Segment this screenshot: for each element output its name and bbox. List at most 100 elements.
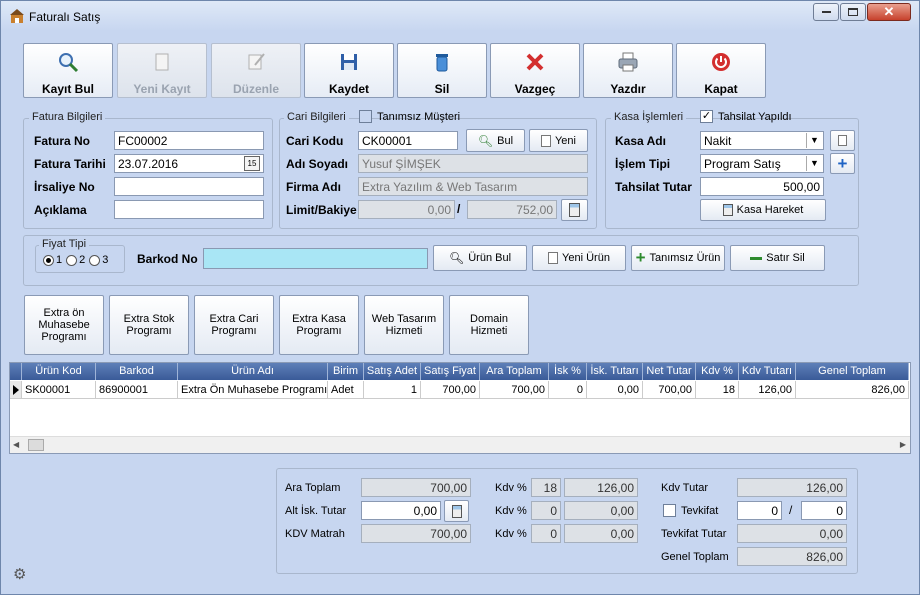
satir-sil-label: Satır Sil: [766, 252, 805, 264]
ara-toplam-label: Ara Toplam: [285, 482, 341, 494]
toolbar-button-1[interactable]: Kayıt Bul: [23, 43, 113, 98]
toolbar-button-8[interactable]: Kapat: [676, 43, 766, 98]
shortcut-button-2[interactable]: Extra Stok Programı: [109, 295, 189, 355]
shortcut-button-4[interactable]: Extra Kasa Programı: [279, 295, 359, 355]
shortcut-button-3[interactable]: Extra Cari Programı: [194, 295, 274, 355]
grid-column-header[interactable]: Kdv Tutarı: [739, 363, 796, 380]
radio-1[interactable]: [43, 254, 54, 266]
grid-column-header[interactable]: Barkod: [96, 363, 178, 380]
cari-bul-button[interactable]: 🔍︎ Bul: [466, 129, 525, 152]
aciklama-field[interactable]: [114, 200, 264, 219]
tevkifat-tutar-label: Tevkifat Tutar: [661, 528, 727, 540]
toolbar-button-label: Sil: [434, 82, 450, 96]
calendar-icon[interactable]: 15: [244, 156, 260, 171]
toolbar-button-6[interactable]: Vazgeç: [490, 43, 580, 98]
adi-soyadi-label: Adı Soyadı: [286, 157, 349, 171]
grid-column-header[interactable]: Net Tutar: [643, 363, 696, 380]
minimize-button[interactable]: [813, 3, 839, 21]
radio-3[interactable]: [89, 254, 101, 266]
toolbar-button-label: Kayıt Bul: [41, 82, 94, 96]
gear-icon[interactable]: ⚙: [13, 565, 26, 583]
maximize-icon: [848, 8, 858, 16]
scroll-right-icon[interactable]: ▶: [900, 440, 906, 449]
kasa-add-button[interactable]: [830, 130, 855, 151]
urun-bul-button[interactable]: 🔍︎ Ürün Bul: [433, 245, 527, 271]
toolbar-button-5[interactable]: Sil: [397, 43, 487, 98]
grid-cell[interactable]: 126,00: [739, 381, 796, 399]
barkod-label: Barkod No: [137, 252, 198, 266]
chevron-down-icon[interactable]: ▼: [806, 133, 822, 148]
grid-cell[interactable]: Extra Ön Muhasebe Programı: [178, 381, 328, 399]
app-window: Faturalı Satış ✕ Kayıt Bul Yeni Kayıt Düze…: [0, 0, 920, 595]
tahsilat-tutar-field[interactable]: 500,00: [700, 177, 824, 196]
scroll-thumb[interactable]: [28, 439, 44, 451]
cari-kodu-field[interactable]: CK00001: [358, 131, 458, 150]
grid-column-header[interactable]: Genel Toplam: [796, 363, 909, 380]
yeni-urun-label: Yeni Ürün: [562, 252, 610, 264]
grid-cell[interactable]: 18: [696, 381, 739, 399]
grid-column-header[interactable]: Ara Toplam: [480, 363, 549, 380]
chevron-down-icon[interactable]: ▼: [806, 156, 822, 171]
grid-cell[interactable]: 826,00: [796, 381, 909, 399]
tevkifat-tutar-field: 0,00: [737, 524, 847, 543]
grid-column-header[interactable]: Ürün Kod: [22, 363, 96, 380]
tanimsiz-musteri-checkbox[interactable]: [359, 110, 372, 123]
alt-iskonto-field[interactable]: 0,00: [361, 501, 441, 520]
tanimsiz-urun-button[interactable]: + Tanımsız Ürün: [631, 245, 725, 271]
cari-yeni-button[interactable]: Yeni: [529, 129, 588, 152]
fatura-tarihi-field[interactable]: 23.07.2016: [114, 154, 264, 173]
grid-column-header[interactable]: Ürün Adı: [178, 363, 328, 380]
irsaliye-no-field[interactable]: [114, 177, 264, 196]
grid-column-header[interactable]: Birim: [328, 363, 364, 380]
toolbar-button-7[interactable]: Yazdır: [583, 43, 673, 98]
kasa-hareket-label: Kasa Hareket: [736, 204, 804, 216]
red-x-icon: [524, 51, 546, 76]
grid-cell[interactable]: 0: [549, 381, 587, 399]
tevkifat-a-field[interactable]: 0: [737, 501, 782, 520]
grid-cell[interactable]: 0,00: [587, 381, 643, 399]
tahsilat-checkbox[interactable]: ✓: [700, 110, 713, 123]
radio-2[interactable]: [66, 254, 78, 266]
grid-cell[interactable]: 700,00: [643, 381, 696, 399]
row-selector-icon[interactable]: [10, 381, 22, 399]
fatura-no-field[interactable]: FC00002: [114, 131, 264, 150]
tevkifat-checkbox[interactable]: [663, 504, 676, 517]
calculator-button[interactable]: [561, 199, 588, 221]
fatura-no-label: Fatura No: [34, 134, 91, 148]
islem-add-button[interactable]: +: [830, 153, 855, 174]
grid-row-selector-header: [10, 363, 22, 380]
grid-column-header[interactable]: İsk %: [549, 363, 587, 380]
grid-cell[interactable]: SK00001: [22, 381, 96, 399]
tahsilat-label: Tahsilat Yapıldı: [718, 111, 792, 123]
horizontal-scrollbar[interactable]: ◀ ▶: [10, 436, 910, 453]
limit-bakiye-label: Limit/Bakiye: [286, 203, 357, 217]
kasa-hareket-button[interactable]: Kasa Hareket: [700, 199, 826, 221]
close-button[interactable]: ✕: [867, 3, 911, 21]
grid-cell[interactable]: 86900001: [96, 381, 178, 399]
alt-iskonto-calc-button[interactable]: [444, 500, 469, 522]
trash-icon: [431, 51, 453, 76]
grid-column-header[interactable]: Satış Adet: [364, 363, 421, 380]
grid-column-header[interactable]: Kdv %: [696, 363, 739, 380]
tevkifat-b-field[interactable]: 0: [801, 501, 847, 520]
grid-cell[interactable]: 700,00: [421, 381, 480, 399]
kasa-adi-label: Kasa Adı: [615, 134, 666, 148]
irsaliye-no-label: İrsaliye No: [34, 180, 95, 194]
grid-column-header[interactable]: Satış Fiyat: [421, 363, 480, 380]
barkod-input[interactable]: [203, 248, 428, 269]
shortcut-button-5[interactable]: Web Tasarım Hizmeti: [364, 295, 444, 355]
scroll-left-icon[interactable]: ◀: [13, 440, 19, 449]
toolbar-button-4[interactable]: Kaydet: [304, 43, 394, 98]
grid-column-header[interactable]: İsk. Tutarı: [587, 363, 643, 380]
shortcut-button-1[interactable]: Extra ön Muhasebe Programı: [24, 295, 104, 355]
kdv3-rate: 0: [531, 524, 561, 543]
yeni-urun-button[interactable]: Yeni Ürün: [532, 245, 626, 271]
maximize-button[interactable]: [840, 3, 866, 21]
satir-sil-button[interactable]: Satır Sil: [730, 245, 825, 271]
grid-cell[interactable]: 700,00: [480, 381, 549, 399]
grid-cell[interactable]: 1: [364, 381, 421, 399]
grid-cell[interactable]: Adet: [328, 381, 364, 399]
toolbar-button-label: Yazdır: [610, 82, 646, 96]
product-grid[interactable]: Ürün Kod Barkod Ürün Adı Birim Satış Adet Sat…: [9, 362, 911, 454]
shortcut-button-6[interactable]: Domain Hizmeti: [449, 295, 529, 355]
